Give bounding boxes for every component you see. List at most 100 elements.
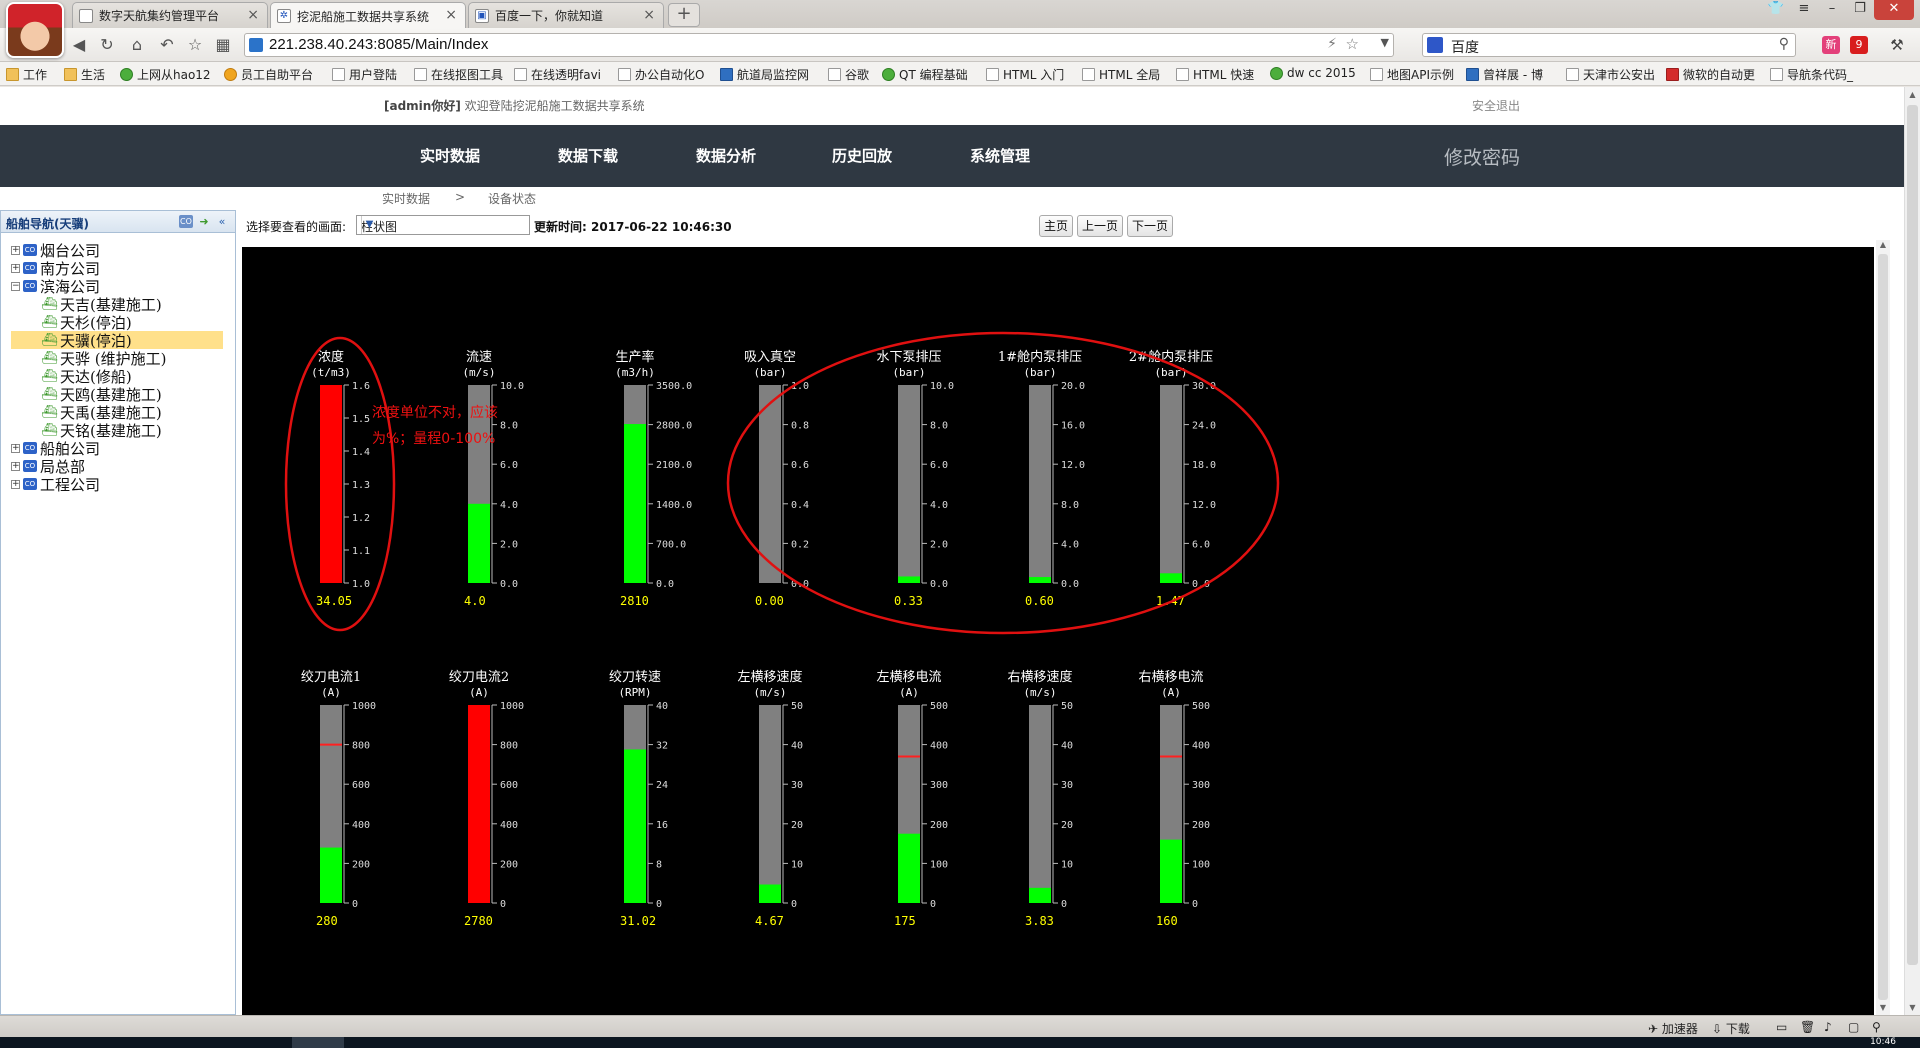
- bookmark-item[interactable]: 在线透明favi: [514, 66, 601, 83]
- lightning-icon[interactable]: ⚡: [1327, 36, 1337, 52]
- page-scrollbar[interactable]: ▲ ▼: [1904, 87, 1920, 1015]
- tree-company-node[interactable]: − CO 滨海公司: [11, 277, 223, 296]
- accelerator-button[interactable]: ✈ 加速器: [1648, 1020, 1698, 1037]
- refresh-icon[interactable]: ↻: [96, 35, 118, 57]
- expand-icon[interactable]: +: [11, 461, 20, 471]
- scroll-down-icon[interactable]: ▼: [1876, 1003, 1890, 1015]
- browser-tab-1[interactable]: 数字天航集约管理平台 ×: [72, 2, 268, 28]
- close-window-icon[interactable]: ✕: [1874, 0, 1914, 20]
- sound-icon[interactable]: ♪: [1824, 1020, 1832, 1034]
- skin-icon[interactable]: 👕: [1762, 0, 1790, 20]
- browser-tab-2[interactable]: ✲ 挖泥船施工数据共享系统 ×: [270, 2, 466, 29]
- tree-company-node[interactable]: + CO 船舶公司: [11, 439, 223, 458]
- extension-icon[interactable]: 9: [1850, 36, 1868, 54]
- undo-icon[interactable]: ↶: [156, 35, 178, 57]
- scroll-up-icon[interactable]: ▲: [1876, 240, 1890, 252]
- url-text[interactable]: 221.238.40.243:8085/Main/Index: [269, 36, 488, 53]
- bookmark-item[interactable]: 上网从hao12: [120, 66, 211, 83]
- download-button[interactable]: ⇩ 下载: [1712, 1020, 1750, 1037]
- change-password-link[interactable]: 修改密码: [1444, 143, 1520, 170]
- bookmark-item[interactable]: 导航条代码_: [1770, 66, 1853, 83]
- apps-icon[interactable]: ▦: [212, 35, 234, 57]
- menu-data-analysis[interactable]: 数据分析: [696, 145, 756, 166]
- user-avatar[interactable]: [6, 2, 64, 58]
- bookmark-item[interactable]: 工作: [6, 66, 47, 83]
- menu-system-management[interactable]: 系统管理: [970, 145, 1030, 166]
- expand-icon[interactable]: +: [11, 245, 20, 255]
- co-icon[interactable]: CO: [179, 215, 193, 228]
- next-page-button[interactable]: 下一页: [1127, 215, 1174, 237]
- expand-icon[interactable]: +: [11, 443, 20, 453]
- scroll-up-icon[interactable]: ▲: [1905, 87, 1920, 102]
- tree-ship-node[interactable]: ⛴ 天铭(基建施工): [11, 421, 223, 440]
- breadcrumb-item[interactable]: 设备状态: [488, 190, 536, 207]
- maximize-icon[interactable]: ❐: [1846, 0, 1874, 20]
- expand-icon[interactable]: +: [11, 263, 20, 273]
- tree-ship-node[interactable]: ⛴ 天杉(停泊): [11, 313, 223, 332]
- search-box[interactable]: 百度 ⚲: [1422, 33, 1796, 57]
- collapse-icon[interactable]: «: [215, 215, 229, 228]
- bookmark-item[interactable]: 用户登陆: [332, 66, 397, 83]
- chevron-down-icon[interactable]: ▼: [361, 216, 377, 234]
- logout-link[interactable]: 安全退出: [1472, 97, 1520, 114]
- new-tab-button[interactable]: +: [668, 3, 700, 27]
- bookmark-item[interactable]: 谷歌: [828, 66, 869, 83]
- bookmark-item[interactable]: 员工自助平台: [224, 66, 313, 83]
- bookmark-item[interactable]: HTML 快速: [1176, 66, 1254, 83]
- bookmark-item[interactable]: 地图API示例: [1370, 66, 1454, 83]
- menu-realtime-data[interactable]: 实时数据: [420, 145, 480, 166]
- bookmark-item[interactable]: 航道局监控网: [720, 66, 809, 83]
- prev-page-button[interactable]: 上一页: [1077, 215, 1124, 237]
- menu-icon[interactable]: ≡: [1790, 0, 1818, 20]
- window-icon[interactable]: ▭: [1776, 1020, 1787, 1034]
- view-select[interactable]: 柱状图 ▼: [356, 215, 530, 235]
- scroll-thumb[interactable]: [1907, 105, 1918, 965]
- search-icon[interactable]: ⚲: [1779, 36, 1789, 52]
- bookmark-item[interactable]: HTML 全局: [1082, 66, 1160, 83]
- bookmark-item[interactable]: dw cc 2015: [1270, 66, 1356, 80]
- tree-ship-node[interactable]: ⛴ 天骅 (维护施工): [11, 349, 223, 368]
- bookmark-item[interactable]: 曾祥展 - 博: [1466, 66, 1543, 83]
- tree-company-node[interactable]: + CO 局总部: [11, 457, 223, 476]
- bookmark-item[interactable]: 办公自动化O: [618, 66, 704, 83]
- taskbar-active-app[interactable]: [292, 1037, 344, 1048]
- home-icon[interactable]: ⌂: [126, 35, 148, 57]
- expand-icon[interactable]: +: [11, 479, 20, 489]
- bookmark-item[interactable]: QT 编程基础: [882, 66, 968, 83]
- favorite-icon[interactable]: ☆: [184, 35, 206, 57]
- zoom-icon[interactable]: ⚲: [1872, 1020, 1881, 1034]
- address-bar[interactable]: 221.238.40.243:8085/Main/Index ⚡ ☆ ▼: [244, 33, 1394, 57]
- bookmark-item[interactable]: 微软的自动更: [1666, 66, 1755, 83]
- menu-data-download[interactable]: 数据下载: [558, 145, 618, 166]
- tree-company-node[interactable]: + CO 南方公司: [11, 259, 223, 278]
- tree-ship-node[interactable]: ⛴ 天达(修船): [11, 367, 223, 386]
- scroll-down-icon[interactable]: ▼: [1905, 1000, 1920, 1015]
- back-icon[interactable]: ◀: [68, 35, 90, 57]
- extension-icon[interactable]: 新: [1822, 36, 1840, 54]
- tree-ship-node[interactable]: ⛴ 天骥(停泊): [11, 331, 223, 350]
- collapse-icon[interactable]: −: [11, 281, 20, 291]
- home-page-button[interactable]: 主页: [1039, 215, 1074, 237]
- close-icon[interactable]: ×: [643, 7, 655, 23]
- bookmark-item[interactable]: HTML 入门: [986, 66, 1064, 83]
- tree-company-node[interactable]: + CO 烟台公司: [11, 241, 223, 260]
- close-icon[interactable]: ×: [445, 7, 457, 23]
- refresh-icon[interactable]: ➜: [197, 215, 211, 228]
- close-icon[interactable]: ×: [247, 7, 259, 23]
- bookmark-star-icon[interactable]: ☆: [1346, 35, 1359, 53]
- bookmark-item[interactable]: 天津市公安出: [1566, 66, 1655, 83]
- tools-icon[interactable]: ⚒: [1888, 36, 1906, 54]
- chevron-down-icon[interactable]: ▼: [1381, 36, 1389, 49]
- minimize-icon[interactable]: –: [1818, 0, 1846, 20]
- bookmark-item[interactable]: 生活: [64, 66, 105, 83]
- content-scrollbar[interactable]: ▲ ▼: [1876, 240, 1890, 1015]
- tree-ship-node[interactable]: ⛴ 天吉(基建施工): [11, 295, 223, 314]
- tree-ship-node[interactable]: ⛴ 天禹(基建施工): [11, 403, 223, 422]
- screen-icon[interactable]: ▢: [1848, 1020, 1859, 1034]
- tree-ship-node[interactable]: ⛴ 天鸥(基建施工): [11, 385, 223, 404]
- breadcrumb-item[interactable]: 实时数据: [382, 190, 430, 207]
- tree-company-node[interactable]: + CO 工程公司: [11, 475, 223, 494]
- browser-tab-3[interactable]: ▣ 百度一下，你就知道 ×: [468, 2, 664, 28]
- bookmark-item[interactable]: 在线抠图工具: [414, 66, 503, 83]
- menu-history-playback[interactable]: 历史回放: [832, 145, 892, 166]
